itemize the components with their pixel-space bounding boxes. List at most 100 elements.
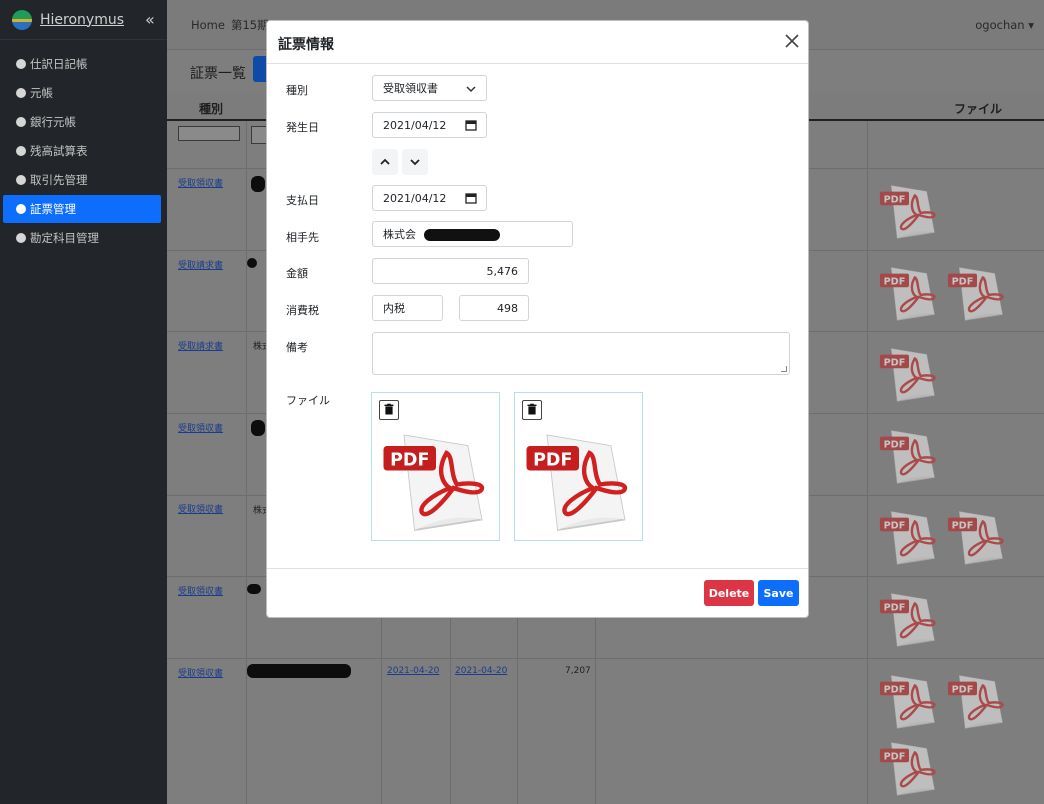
partner-input[interactable]: 株式会 <box>372 221 573 247</box>
sidebar-nav: 仕訳日記帳 元帳 銀行元帳 残高試算表 取引先管理 証票管理 勘定科目管理 <box>0 40 167 252</box>
sidebar-item-label: 仕訳日記帳 <box>30 57 88 71</box>
pay-date-label: 支払日 <box>286 194 319 207</box>
pdf-icon[interactable] <box>377 425 495 537</box>
table-row-kind-link[interactable]: 受取請求書 <box>178 339 223 352</box>
column-header-file[interactable]: ファイル <box>954 100 1002 117</box>
delete-button[interactable]: Delete <box>704 580 754 606</box>
column-divider <box>246 121 247 804</box>
file-label: ファイル <box>286 394 330 407</box>
pdf-icon[interactable] <box>878 180 940 242</box>
pdf-icon[interactable] <box>946 670 1008 732</box>
redacted-partner <box>247 258 257 268</box>
bullet-icon <box>16 175 26 185</box>
chevron-up-icon <box>380 158 390 165</box>
app-logo <box>12 9 32 30</box>
table-row-kind-link[interactable]: 受取請求書 <box>178 258 223 271</box>
pdf-icon[interactable] <box>878 343 940 405</box>
breadcrumb-home[interactable]: Home <box>191 18 225 32</box>
modal-title: 証票情報 <box>278 37 334 53</box>
page-title: 証票一覧 <box>190 66 246 82</box>
kind-select-value: 受取領収書 <box>383 82 438 95</box>
table-row-amount: 7,207 <box>565 666 591 676</box>
save-button[interactable]: Save <box>758 580 799 606</box>
column-divider <box>867 121 868 804</box>
table-row-issue-date[interactable]: 2021-04-20 <box>387 666 439 676</box>
table-row-kind-link[interactable]: 受取領収書 <box>178 502 223 515</box>
note-textarea[interactable] <box>372 332 790 375</box>
tax-label: 消費税 <box>286 304 319 317</box>
bullet-icon <box>16 204 26 214</box>
pay-date-value: 2021/04/12 <box>383 191 447 205</box>
table-row-kind-link[interactable]: 受取領収書 <box>178 584 223 597</box>
partner-label: 相手先 <box>286 231 319 244</box>
pdf-icon[interactable] <box>878 737 940 799</box>
sidebar-item-partners[interactable]: 取引先管理 <box>3 166 161 194</box>
row-divider <box>167 658 1044 659</box>
trash-icon[interactable] <box>522 400 542 420</box>
trash-icon[interactable] <box>379 400 399 420</box>
table-row-kind-link[interactable]: 受取領収書 <box>178 421 223 434</box>
table-row-pay-date[interactable]: 2021-04-20 <box>455 666 507 676</box>
calendar-icon[interactable] <box>465 192 477 204</box>
sidebar-item-label: 勘定科目管理 <box>30 231 99 245</box>
sidebar-item-trial-balance[interactable]: 残高試算表 <box>3 137 161 165</box>
sidebar-item-label: 元帳 <box>30 86 53 100</box>
collapse-sidebar-icon[interactable]: « <box>145 10 155 29</box>
sidebar: Hieronymus « 仕訳日記帳 元帳 銀行元帳 残高試算表 取引先管理 証… <box>0 0 167 804</box>
chevron-down-icon <box>410 159 420 166</box>
partner-value: 株式会 <box>383 228 416 241</box>
kind-filter-select[interactable] <box>178 126 240 141</box>
redacted-partner <box>251 176 265 192</box>
bullet-icon <box>16 233 26 243</box>
voucher-modal: 証票情報 種別 受取領収書 発生日 2021/04/12 支払日 2021/04… <box>266 20 809 618</box>
file-card[interactable] <box>371 392 500 541</box>
pdf-icon[interactable] <box>878 506 940 568</box>
file-card[interactable] <box>514 392 643 541</box>
brand[interactable]: Hieronymus « <box>0 0 167 40</box>
resize-grip-icon[interactable] <box>781 366 787 372</box>
bullet-icon <box>16 59 26 69</box>
calendar-icon[interactable] <box>465 119 477 131</box>
app-name[interactable]: Hieronymus <box>40 12 124 28</box>
pdf-icon[interactable] <box>878 262 940 324</box>
sidebar-item-label: 取引先管理 <box>30 173 88 187</box>
sidebar-item-label: 証票管理 <box>30 202 76 216</box>
table-row-kind-link[interactable]: 受取領収書 <box>178 666 223 679</box>
redacted-partner <box>247 664 351 678</box>
modal-footer: Delete Save <box>267 568 808 617</box>
tax-mode-select[interactable]: 内税 <box>372 295 443 321</box>
pdf-icon[interactable] <box>946 506 1008 568</box>
modal-header: 証票情報 <box>267 21 808 64</box>
issue-date-value: 2021/04/12 <box>383 118 447 132</box>
table-row-kind-link[interactable]: 受取領収書 <box>178 176 223 189</box>
column-header-kind[interactable]: 種別 <box>199 100 223 117</box>
issue-date-label: 発生日 <box>286 121 319 134</box>
chevron-down-icon <box>465 83 477 95</box>
pdf-icon[interactable] <box>878 425 940 487</box>
sidebar-item-ledger[interactable]: 元帳 <box>3 79 161 107</box>
kind-select[interactable]: 受取領収書 <box>372 75 487 101</box>
amount-input[interactable]: 5,476 <box>372 258 529 284</box>
issue-date-input[interactable]: 2021/04/12 <box>372 112 487 138</box>
tax-amount-value: 498 <box>497 301 518 315</box>
amount-label: 金額 <box>286 267 308 280</box>
note-label: 備考 <box>286 341 308 354</box>
tax-amount-input[interactable]: 498 <box>459 295 529 321</box>
pdf-icon[interactable] <box>946 262 1008 324</box>
pay-date-input[interactable]: 2021/04/12 <box>372 185 487 211</box>
sidebar-item-accounts[interactable]: 勘定科目管理 <box>3 224 161 252</box>
sidebar-item-label: 残高試算表 <box>30 144 88 158</box>
close-icon[interactable] <box>782 31 802 51</box>
user-menu[interactable]: ogochan ▾ <box>975 18 1034 32</box>
sidebar-item-vouchers[interactable]: 証票管理 <box>3 195 161 223</box>
decrement-date-button[interactable] <box>402 149 428 175</box>
pdf-icon[interactable] <box>520 425 638 537</box>
increment-date-button[interactable] <box>372 149 398 175</box>
amount-value: 5,476 <box>486 264 519 278</box>
pdf-icon[interactable] <box>878 588 940 650</box>
tax-mode-value: 内税 <box>383 302 405 315</box>
pdf-icon[interactable] <box>878 670 940 732</box>
sidebar-item-bank-ledger[interactable]: 銀行元帳 <box>3 108 161 136</box>
sidebar-item-journal[interactable]: 仕訳日記帳 <box>3 50 161 78</box>
bullet-icon <box>16 117 26 127</box>
